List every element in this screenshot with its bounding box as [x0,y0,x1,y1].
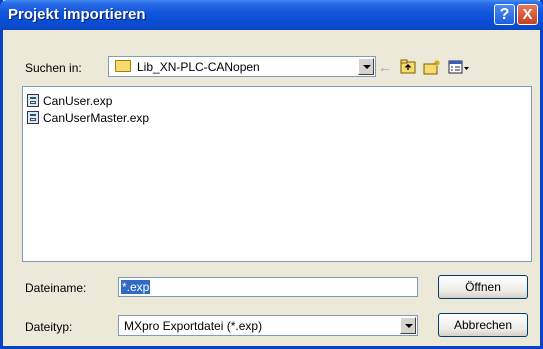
lookin-value: Lib_XN-PLC-CANopen [137,60,260,74]
folder-icon [115,60,131,72]
back-arrow-icon[interactable]: ← [378,59,392,75]
file-name: CanUserMaster.exp [43,111,150,125]
filename-label: Dateiname: [25,281,87,295]
import-dialog: Projekt importieren ? X Suchen in: Lib_X… [0,0,543,349]
filetype-label: Dateityp: [25,320,73,334]
lookin-combobox[interactable]: Lib_XN-PLC-CANopen [108,56,376,77]
lookin-label: Suchen in: [25,61,82,75]
up-folder-icon[interactable] [400,59,416,77]
title-bar[interactable]: Projekt importieren ? X [0,0,543,30]
view-menu-icon[interactable] [448,59,470,78]
close-button[interactable]: X [517,4,538,25]
new-folder-icon[interactable] [423,59,441,78]
filename-value: *.exp [121,280,151,294]
filetype-value: MXpro Exportdatei (*.exp) [124,319,263,333]
exp-file-icon [27,94,39,107]
open-button[interactable]: Öffnen [438,275,528,299]
chevron-down-icon[interactable] [400,317,416,334]
help-button[interactable]: ? [494,4,515,25]
file-name: CanUser.exp [43,94,113,108]
filename-field[interactable]: *.exp [118,277,418,297]
file-list[interactable]: CanUser.exp CanUserMaster.exp [22,86,532,262]
filetype-combobox[interactable]: MXpro Exportdatei (*.exp) [118,315,418,336]
cancel-button[interactable]: Abbrechen [438,313,528,337]
dialog-title: Projekt importieren [8,6,146,23]
exp-file-icon [27,111,39,124]
chevron-down-icon[interactable] [358,58,374,75]
